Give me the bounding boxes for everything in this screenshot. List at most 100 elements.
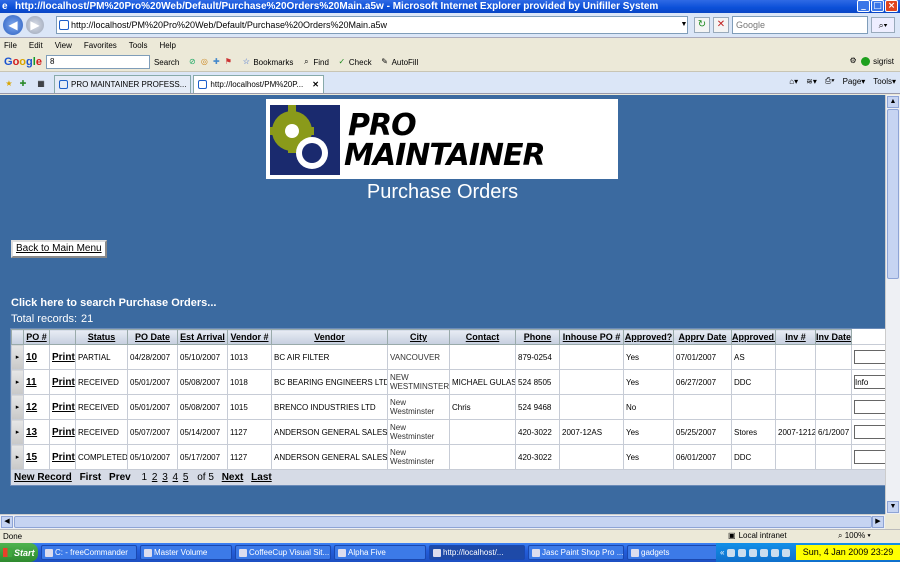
menu-favorites[interactable]: Favorites bbox=[84, 41, 117, 50]
row-extra-input[interactable] bbox=[854, 375, 885, 389]
po-number-link[interactable]: 11 bbox=[23, 369, 50, 395]
first-page-link[interactable]: First bbox=[80, 472, 102, 483]
row-selector-icon[interactable]: ▸ bbox=[11, 419, 24, 445]
header-approved[interactable]: Approved? bbox=[623, 329, 674, 345]
header-vendor-number[interactable]: Vendor # bbox=[227, 329, 272, 345]
header-inhouse-po[interactable]: Inhouse PO # bbox=[559, 329, 624, 345]
page-2-link[interactable]: 2 bbox=[152, 472, 158, 483]
back-to-main-menu-button[interactable]: Back to Main Menu bbox=[11, 240, 107, 258]
taskbar-item[interactable]: Master Volume bbox=[140, 545, 232, 560]
translate-icon[interactable]: ⚑ bbox=[223, 57, 233, 67]
autofill-button[interactable]: ✎ AutoFill bbox=[380, 57, 418, 67]
hscroll-thumb[interactable] bbox=[14, 516, 872, 528]
horizontal-scrollbar[interactable]: ◀ ▶ bbox=[0, 514, 885, 529]
header-city[interactable]: City bbox=[387, 329, 450, 345]
add-favorite-icon[interactable]: ✚ bbox=[18, 79, 28, 89]
google-search-button[interactable]: Search bbox=[154, 58, 179, 67]
network-icon[interactable] bbox=[727, 548, 736, 557]
table-row[interactable]: ▸ 10 Print PARTIAL 04/28/2007 05/10/2007 1013 B… bbox=[11, 344, 885, 370]
refresh-icon[interactable]: ↻ bbox=[694, 17, 710, 33]
address-input[interactable]: http://localhost/PM%20Pro%20Web/Default/… bbox=[56, 16, 688, 34]
row-extra-input[interactable] bbox=[854, 350, 885, 364]
address-dropdown-icon[interactable]: ▼ bbox=[679, 17, 689, 33]
favorites-star-icon[interactable]: ★ bbox=[4, 79, 14, 89]
header-phone[interactable]: Phone bbox=[515, 329, 560, 345]
scroll-left-icon[interactable]: ◀ bbox=[1, 516, 13, 528]
po-number-link[interactable]: 13 bbox=[23, 419, 50, 445]
start-button[interactable]: Start bbox=[0, 543, 38, 562]
print-link[interactable]: Print bbox=[49, 394, 76, 420]
taskbar-item[interactable]: C: - freeCommander bbox=[41, 545, 137, 560]
header-inv-number[interactable]: Inv # bbox=[775, 329, 816, 345]
header-est-arrival[interactable]: Est Arrival bbox=[177, 329, 228, 345]
page-4-link[interactable]: 4 bbox=[173, 472, 179, 483]
home-icon[interactable]: ⌂▾ bbox=[789, 77, 798, 86]
update-icon[interactable] bbox=[760, 548, 769, 557]
taskbar-item[interactable]: http://localhost/... bbox=[429, 545, 525, 560]
close-button[interactable]: × bbox=[885, 0, 898, 12]
page-1-link[interactable]: 1 bbox=[142, 472, 148, 483]
header-apprv-date[interactable]: Apprv Date bbox=[673, 329, 732, 345]
page-menu[interactable]: Page▾ bbox=[843, 77, 866, 86]
table-row[interactable]: ▸ 13 Print RECEIVED 05/07/2007 05/14/2007 1127… bbox=[11, 419, 885, 445]
bookmarks-button[interactable]: ☆ Bookmarks bbox=[241, 57, 294, 67]
menu-view[interactable]: View bbox=[55, 41, 72, 50]
page-3-link[interactable]: 3 bbox=[162, 472, 168, 483]
quick-tabs-icon[interactable]: ▦ bbox=[36, 79, 46, 89]
row-extra-input[interactable] bbox=[854, 450, 885, 464]
print-link[interactable]: Print bbox=[49, 419, 76, 445]
header-inv-date[interactable]: Inv Date bbox=[815, 329, 852, 345]
po-number-link[interactable]: 10 bbox=[23, 344, 50, 370]
row-extra-input[interactable] bbox=[854, 400, 885, 414]
google-search-input[interactable]: 8 bbox=[45, 55, 150, 69]
battery-icon[interactable] bbox=[782, 548, 791, 557]
forward-arrow-icon[interactable]: ▶ bbox=[26, 16, 44, 34]
google-account[interactable]: ⚙ sigrist bbox=[848, 56, 894, 66]
header-vendor[interactable]: Vendor bbox=[271, 329, 388, 345]
print-icon[interactable]: ⎙▾ bbox=[825, 76, 835, 86]
row-selector-icon[interactable]: ▸ bbox=[11, 344, 24, 370]
popup-blocker-icon[interactable]: ⊘ bbox=[187, 57, 197, 67]
taskbar-item[interactable]: gadgets bbox=[627, 545, 719, 560]
tools-menu[interactable]: Tools▾ bbox=[873, 77, 896, 86]
menu-help[interactable]: Help bbox=[159, 41, 175, 50]
zoom-level[interactable]: ⌕ 100% ▾ bbox=[838, 531, 871, 541]
prev-page-link[interactable]: Prev bbox=[109, 472, 131, 483]
back-arrow-icon[interactable]: ◀ bbox=[3, 15, 23, 35]
scroll-thumb[interactable] bbox=[887, 109, 899, 279]
menu-file[interactable]: File bbox=[4, 41, 17, 50]
close-tab-icon[interactable]: ✕ bbox=[312, 80, 319, 89]
menu-tools[interactable]: Tools bbox=[129, 41, 148, 50]
messenger-icon[interactable] bbox=[771, 548, 780, 557]
maximize-button[interactable]: □ bbox=[871, 0, 884, 12]
pagerank-icon[interactable]: ◎ bbox=[199, 57, 209, 67]
share-icon[interactable]: ✚ bbox=[211, 57, 221, 67]
row-selector-icon[interactable]: ▸ bbox=[11, 369, 24, 395]
security-icon[interactable] bbox=[749, 548, 758, 557]
find-button[interactable]: ⌕ Find bbox=[301, 57, 329, 67]
po-number-link[interactable]: 15 bbox=[23, 444, 50, 470]
table-row[interactable]: ▸ 15 Print COMPLETED 05/10/2007 05/17/2007 112… bbox=[11, 444, 885, 470]
tray-chevron-icon[interactable]: « bbox=[720, 548, 724, 557]
next-page-link[interactable]: Next bbox=[222, 472, 244, 483]
volume-icon[interactable] bbox=[738, 548, 747, 557]
live-search-input[interactable]: Google bbox=[732, 16, 868, 34]
page-5-link[interactable]: 5 bbox=[183, 472, 189, 483]
header-approved-by[interactable]: Approved By bbox=[731, 329, 776, 345]
taskbar-item[interactable]: Jasc Paint Shop Pro ... bbox=[528, 545, 624, 560]
po-number-link[interactable]: 12 bbox=[23, 394, 50, 420]
print-link[interactable]: Print bbox=[49, 344, 76, 370]
header-po-number[interactable]: PO # bbox=[23, 329, 50, 345]
table-row[interactable]: ▸ 12 Print RECEIVED 05/01/2007 05/08/2007 1015… bbox=[11, 394, 885, 420]
print-link[interactable]: Print bbox=[49, 369, 76, 395]
menu-edit[interactable]: Edit bbox=[29, 41, 43, 50]
row-selector-icon[interactable]: ▸ bbox=[11, 444, 24, 470]
minimize-button[interactable]: _ bbox=[857, 0, 870, 12]
header-po-date[interactable]: PO Date bbox=[127, 329, 178, 345]
search-go-icon[interactable]: ⌕▾ bbox=[871, 17, 895, 33]
scroll-right-icon[interactable]: ▶ bbox=[872, 516, 884, 528]
stop-icon[interactable]: ✕ bbox=[713, 17, 729, 33]
vertical-scrollbar[interactable]: ▲ ▼ bbox=[885, 95, 900, 514]
last-page-link[interactable]: Last bbox=[251, 472, 272, 483]
check-button[interactable]: ✓ Check bbox=[337, 57, 372, 67]
